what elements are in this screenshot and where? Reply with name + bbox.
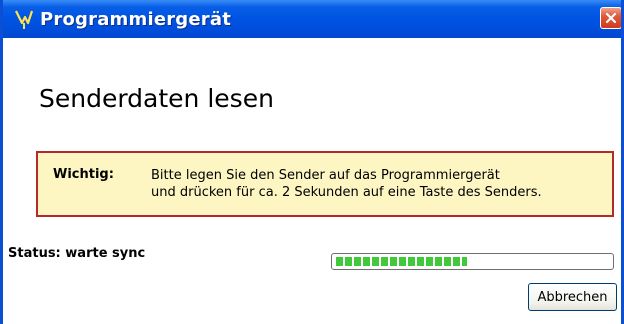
cancel-button[interactable]: Abbrechen xyxy=(528,283,617,311)
progress-bar xyxy=(331,253,614,270)
important-notice: Wichtig: Bitte legen Sie den Sender auf … xyxy=(36,151,614,217)
status-text: Status: warte sync xyxy=(8,246,146,261)
progress-fill xyxy=(336,257,467,266)
notice-line-2: und drücken für ca. 2 Sekunden auf eine … xyxy=(151,185,542,200)
notice-line-1: Bitte legen Sie den Sender auf das Progr… xyxy=(151,168,500,183)
title-bar[interactable]: Programmiergerät xyxy=(3,0,621,38)
close-icon xyxy=(605,12,617,24)
app-icon xyxy=(15,10,34,29)
window-title: Programmiergerät xyxy=(40,9,232,30)
notice-label: Wichtig: xyxy=(53,167,114,182)
close-button[interactable] xyxy=(600,7,621,29)
dialog-window: Programmiergerät Senderdaten lesen Wicht… xyxy=(0,0,624,324)
notice-text: Bitte legen Sie den Sender auf das Progr… xyxy=(151,167,542,201)
page-title: Senderdaten lesen xyxy=(39,84,274,113)
